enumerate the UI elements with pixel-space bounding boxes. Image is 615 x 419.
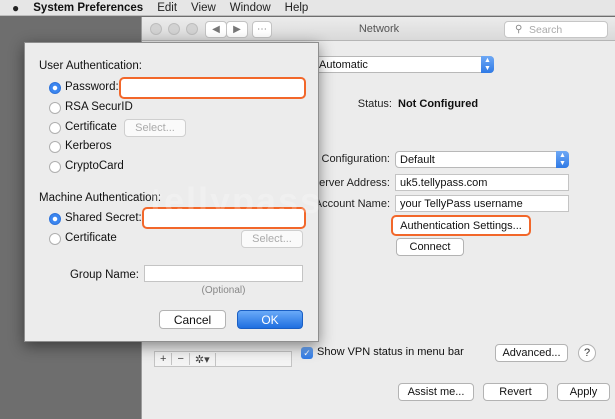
- apple-menu-icon[interactable]: ●: [12, 1, 19, 15]
- machine-auth-heading: Machine Authentication:: [39, 192, 162, 204]
- user-certificate-label: Certificate: [65, 121, 117, 133]
- help-button[interactable]: ?: [578, 344, 596, 362]
- revert-button[interactable]: Revert: [483, 383, 548, 401]
- authentication-sheet: User Authentication: Password: RSA Secur…: [24, 42, 319, 342]
- location-popup[interactable]: Automatic ▲ ▼: [314, 56, 494, 73]
- user-certificate-select-button[interactable]: Select...: [124, 119, 186, 137]
- assist-me-button[interactable]: Assist me...: [398, 383, 474, 401]
- advanced-button[interactable]: Advanced...: [495, 344, 568, 362]
- password-field[interactable]: [119, 77, 306, 99]
- machine-certificate-select-button[interactable]: Select...: [241, 230, 303, 248]
- user-auth-heading: User Authentication:: [39, 60, 142, 72]
- cancel-button[interactable]: Cancel: [159, 310, 226, 329]
- group-name-field[interactable]: [144, 265, 303, 282]
- menu-view[interactable]: View: [191, 2, 216, 14]
- server-address-field[interactable]: uk5.tellypass.com: [395, 174, 569, 191]
- status-value: Not Configured: [398, 98, 479, 110]
- machine-certificate-label: Certificate: [65, 232, 117, 244]
- gear-icon[interactable]: ✲▾: [190, 352, 216, 366]
- cryptocard-label: CryptoCard: [65, 160, 124, 172]
- search-input[interactable]: ⚲ Search: [504, 21, 608, 38]
- shared-secret-label: Shared Secret:: [65, 212, 142, 224]
- shared-secret-field[interactable]: [142, 207, 306, 229]
- password-radio[interactable]: [49, 82, 61, 94]
- connect-button[interactable]: Connect: [396, 238, 464, 256]
- location-value: Automatic: [319, 58, 368, 71]
- rsa-securid-label: RSA SecurID: [65, 101, 133, 113]
- machine-certificate-radio[interactable]: [49, 233, 61, 245]
- search-placeholder: Search: [529, 23, 563, 36]
- optional-hint: (Optional): [201, 285, 246, 296]
- status-label: Status:: [357, 98, 392, 110]
- user-certificate-radio[interactable]: [49, 122, 61, 134]
- apply-button[interactable]: Apply: [557, 383, 610, 401]
- configuration-popup[interactable]: Default ▲ ▼: [395, 151, 569, 168]
- cryptocard-radio[interactable]: [49, 161, 61, 173]
- show-vpn-checkbox[interactable]: ✓: [301, 347, 313, 359]
- remove-service-button[interactable]: −: [172, 353, 190, 365]
- menu-help[interactable]: Help: [285, 2, 309, 14]
- authentication-settings-button[interactable]: Authentication Settings...: [391, 215, 531, 236]
- menu-edit[interactable]: Edit: [157, 2, 177, 14]
- kerberos-radio[interactable]: [49, 141, 61, 153]
- group-name-label: Group Name:: [69, 269, 139, 281]
- configuration-value: Default: [400, 153, 435, 166]
- rsa-securid-radio[interactable]: [49, 102, 61, 114]
- title-bar: ◀ ▶ ⋯ Network ⚲ Search: [142, 17, 615, 41]
- account-name-field[interactable]: your TellyPass username: [395, 195, 569, 212]
- chevron-updown-icon: ▲ ▼: [556, 151, 569, 168]
- chevron-updown-icon: ▲ ▼: [481, 56, 494, 73]
- ok-button[interactable]: OK: [237, 310, 303, 329]
- menu-app-name[interactable]: System Preferences: [33, 2, 143, 14]
- shared-secret-radio[interactable]: [49, 213, 61, 225]
- service-list-toolbar: + − ✲▾: [154, 351, 292, 367]
- add-service-button[interactable]: +: [155, 353, 173, 365]
- search-icon: ⚲: [515, 24, 523, 35]
- menu-window[interactable]: Window: [230, 2, 271, 14]
- password-label: Password:: [65, 81, 119, 93]
- kerberos-label: Kerberos: [65, 140, 112, 152]
- menu-bar: ● System Preferences Edit View Window He…: [0, 0, 615, 16]
- show-vpn-label: Show VPN status in menu bar: [317, 346, 464, 358]
